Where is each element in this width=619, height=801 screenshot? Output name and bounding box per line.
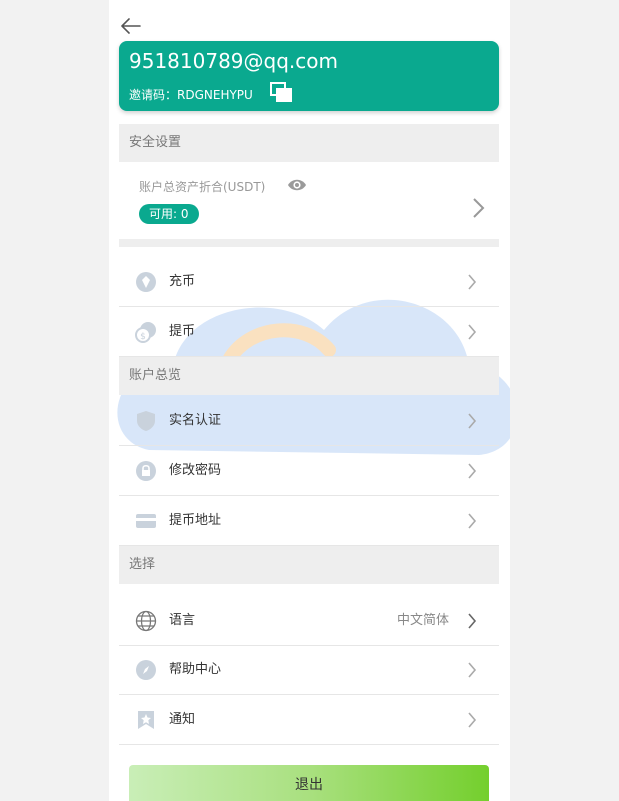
withdraw-address-row[interactable]: 提币地址	[119, 496, 499, 546]
chevron-right-icon	[468, 613, 477, 629]
asset-summary[interactable]: 账户总资产折合(USDT) 可用: 0	[119, 163, 499, 239]
chevron-right-icon	[473, 198, 485, 218]
chevron-right-icon	[468, 712, 477, 728]
withdraw-address-label: 提币地址	[169, 513, 222, 528]
account-page: 951810789@qq.com 邀请码：RDGNEHYPU 安全设置 账户总资…	[109, 0, 510, 801]
verification-row[interactable]: 实名认证	[119, 396, 499, 446]
deposit-row[interactable]: 充币	[119, 257, 499, 307]
lock-icon	[136, 461, 156, 481]
invite-label: 邀请码：	[129, 88, 178, 102]
withdraw-row[interactable]: $ 提币	[119, 307, 499, 357]
coin-icon	[136, 272, 156, 292]
bookmark-star-icon	[138, 711, 154, 729]
copy-icon[interactable]	[269, 81, 293, 103]
asset-label: 账户总资产折合(USDT)	[139, 180, 266, 194]
chevron-right-icon	[468, 274, 477, 290]
chevron-right-icon	[468, 513, 477, 529]
help-center-row[interactable]: 帮助中心	[119, 645, 499, 695]
shield-icon	[137, 411, 155, 431]
help-center-label: 帮助中心	[169, 662, 222, 677]
language-value: 中文简体	[396, 613, 449, 628]
withdraw-coin-icon: $	[135, 322, 156, 343]
chevron-right-icon	[468, 324, 477, 340]
section-security-title: 安全设置	[119, 124, 499, 162]
eye-icon[interactable]	[287, 177, 307, 193]
invite-code: RDGNEHYPU	[177, 88, 253, 102]
language-label: 语言	[169, 613, 196, 628]
chevron-right-icon	[468, 463, 477, 479]
notification-row[interactable]: 通知	[119, 695, 499, 745]
section-account-title: 账户总览	[119, 357, 499, 395]
available-badge: 可用: 0	[139, 204, 199, 224]
svg-text:$: $	[140, 332, 146, 342]
logout-button[interactable]: 退出	[129, 765, 489, 801]
verification-label: 实名认证	[169, 413, 222, 428]
chevron-right-icon	[468, 662, 477, 678]
deposit-label: 充币	[169, 274, 196, 289]
compass-icon	[136, 660, 156, 680]
user-card: 951810789@qq.com 邀请码：RDGNEHYPU	[119, 41, 499, 111]
card-icon	[136, 514, 156, 528]
divider	[119, 239, 499, 247]
change-password-label: 修改密码	[169, 463, 222, 478]
invite-code-line: 邀请码：RDGNEHYPU	[129, 86, 253, 103]
chevron-right-icon	[468, 413, 477, 429]
user-email: 951810789@qq.com	[129, 49, 338, 73]
notification-label: 通知	[169, 712, 196, 727]
back-arrow-icon[interactable]	[119, 14, 143, 38]
available-label: 可用:	[149, 207, 178, 221]
available-value: 0	[180, 207, 189, 221]
change-password-row[interactable]: 修改密码	[119, 446, 499, 496]
withdraw-label: 提币	[169, 324, 196, 339]
globe-icon	[135, 610, 157, 632]
section-choose-title: 选择	[119, 546, 499, 584]
language-row[interactable]: 语言 中文简体	[119, 596, 499, 646]
